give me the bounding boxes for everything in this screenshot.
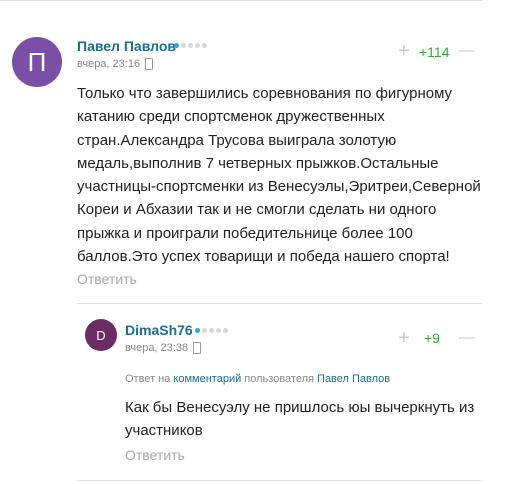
reply-to-user-link[interactable]: Павел Павлов bbox=[317, 373, 390, 385]
rating-dot bbox=[174, 43, 179, 48]
user-rating-dots bbox=[195, 328, 228, 333]
reply-time: вчера, 23:38 bbox=[125, 342, 189, 354]
comment-score: +114 bbox=[419, 44, 450, 60]
rating-dot bbox=[181, 43, 186, 48]
reply-divider bbox=[77, 480, 482, 481]
reply-to-line: Ответ на комментарий пользователя Павел … bbox=[125, 373, 390, 385]
avatar[interactable]: D bbox=[85, 319, 117, 351]
downvote-button[interactable]: — bbox=[459, 328, 475, 348]
downvote-button[interactable]: — bbox=[459, 41, 475, 61]
reply-button[interactable]: Ответить bbox=[125, 447, 185, 463]
upvote-button[interactable]: + bbox=[398, 41, 410, 61]
reply-to-middle: пользователя bbox=[244, 373, 314, 385]
user-rating-dots bbox=[174, 43, 207, 48]
reply-to-comment-link[interactable]: комментарий bbox=[173, 373, 241, 385]
comment-author[interactable]: Павел Павлов bbox=[77, 38, 176, 54]
rating-dot bbox=[216, 328, 221, 333]
mobile-icon bbox=[145, 58, 153, 70]
rating-dot bbox=[202, 328, 207, 333]
comment-divider bbox=[77, 303, 482, 304]
reply-author[interactable]: DimaSh76 bbox=[125, 322, 193, 338]
comment-text: Только что завершились соревнования по ф… bbox=[77, 85, 481, 266]
top-divider bbox=[0, 0, 482, 1]
rating-dot bbox=[209, 328, 214, 333]
comment-time: вчера, 23:16 bbox=[77, 58, 141, 70]
rating-dot bbox=[223, 328, 228, 333]
rating-dot bbox=[195, 328, 200, 333]
reply-to-prefix: Ответ на bbox=[125, 373, 171, 385]
rating-dot bbox=[202, 43, 207, 48]
avatar[interactable]: П bbox=[12, 37, 62, 87]
reply-button[interactable]: Ответить bbox=[77, 271, 137, 287]
mobile-icon bbox=[193, 342, 201, 354]
reply-text: Как бы Венесуэлу не пришлось юы вычеркну… bbox=[125, 399, 475, 440]
rating-dot bbox=[195, 43, 200, 48]
reply-score: +9 bbox=[424, 330, 440, 346]
rating-dot bbox=[188, 43, 193, 48]
upvote-button[interactable]: + bbox=[398, 328, 410, 348]
